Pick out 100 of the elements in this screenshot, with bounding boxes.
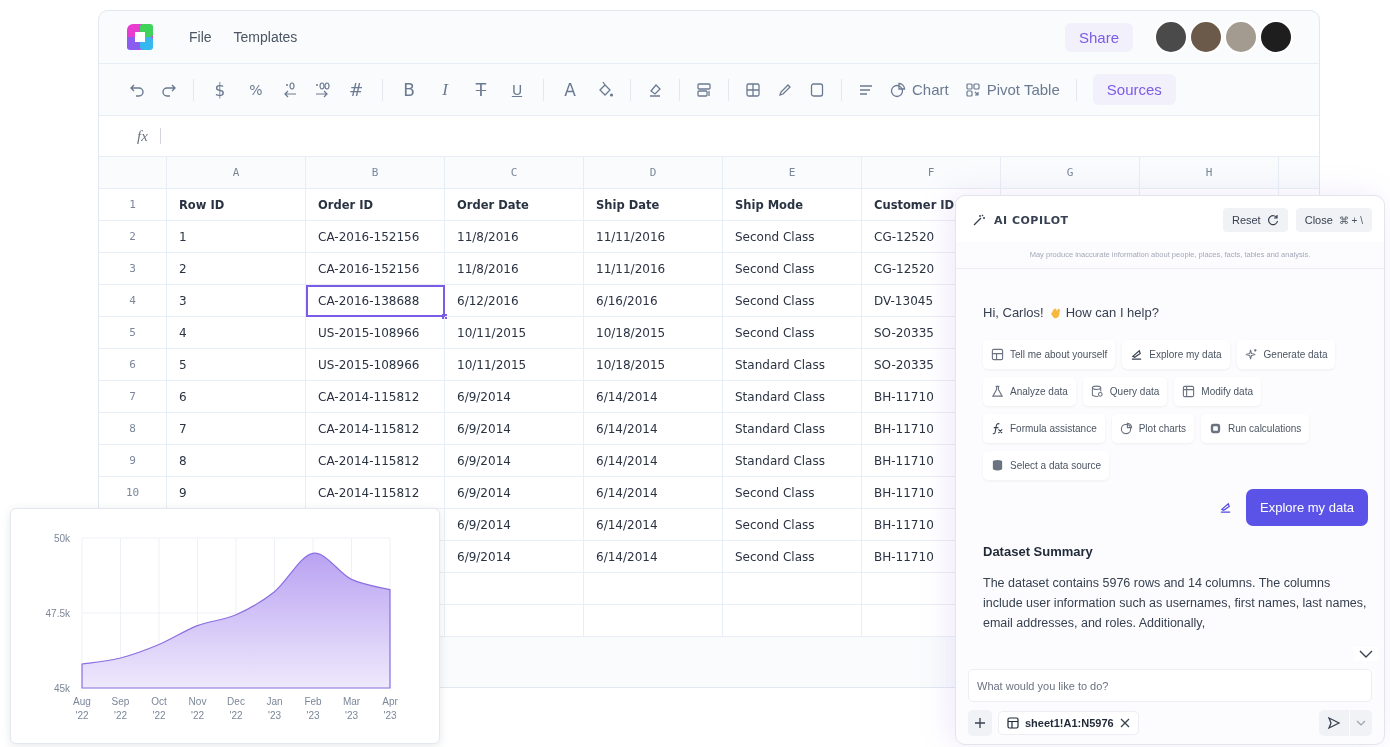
table-cell[interactable]: 3 [167, 285, 306, 317]
suggestion-chip[interactable]: Analyze data [983, 377, 1076, 406]
column-header[interactable]: H [1140, 157, 1279, 189]
column-header[interactable]: B [306, 157, 445, 189]
column-header[interactable]: E [723, 157, 862, 189]
reset-button[interactable]: Reset [1222, 208, 1288, 232]
column-title[interactable]: Order Date [445, 189, 584, 221]
table-cell[interactable]: 8 [167, 445, 306, 477]
column-header[interactable]: G [1001, 157, 1140, 189]
table-cell[interactable]: 10/18/2015 [584, 317, 723, 349]
attachment-chip[interactable]: sheet1!A1:N5976 [998, 711, 1139, 735]
italic-button[interactable]: I [435, 79, 455, 100]
row-header[interactable]: 5 [99, 317, 167, 349]
table-cell[interactable]: 6/9/2014 [445, 445, 584, 477]
column-title[interactable]: Order ID [306, 189, 445, 221]
column-header[interactable]: A [167, 157, 306, 189]
table-cell[interactable]: Second Class [723, 285, 862, 317]
row-header[interactable]: 1 [99, 189, 167, 221]
currency-button[interactable]: $ [210, 79, 230, 100]
text-color-button[interactable]: A [560, 79, 580, 100]
table-cell[interactable]: 10/18/2015 [584, 349, 723, 381]
suggestion-chip[interactable]: Tell me about yourself [983, 340, 1116, 369]
table-cell[interactable]: US-2015-108966 [306, 349, 445, 381]
table-cell[interactable]: 6/16/2016 [584, 285, 723, 317]
table-cell[interactable]: 6/14/2014 [584, 509, 723, 541]
table-cell[interactable]: 5 [167, 349, 306, 381]
column-header[interactable]: C [445, 157, 584, 189]
table-cell[interactable]: 6/14/2014 [584, 413, 723, 445]
table-cell[interactable]: 6/14/2014 [584, 541, 723, 573]
row-header[interactable]: 8 [99, 413, 167, 445]
suggestion-chip[interactable]: Query data [1082, 377, 1168, 406]
prompt-input[interactable]: What would you like to do? [968, 669, 1372, 702]
table-cell[interactable]: 6/14/2014 [584, 477, 723, 509]
table-cell[interactable]: 10/11/2015 [445, 317, 584, 349]
strikethrough-button[interactable]: T [471, 79, 491, 100]
bold-button[interactable]: B [399, 79, 419, 100]
share-button[interactable]: Share [1064, 22, 1133, 52]
pivot-table-button[interactable]: Pivot Table [964, 81, 1060, 98]
table-cell[interactable]: CA-2016-152156 [306, 253, 445, 285]
suggestion-chip[interactable]: Run calculations [1200, 414, 1310, 443]
table-cell[interactable]: 11/8/2016 [445, 221, 584, 253]
table-cell[interactable]: CA-2014-115812 [306, 413, 445, 445]
table-cell[interactable]: Second Class [723, 253, 862, 285]
suggestion-chip[interactable]: Select a data source [983, 451, 1110, 480]
table-cell[interactable]: Second Class [723, 317, 862, 349]
table-cell[interactable]: 11/11/2016 [584, 221, 723, 253]
column-header[interactable]: D [584, 157, 723, 189]
table-cell[interactable]: 6/9/2014 [445, 509, 584, 541]
column-title[interactable]: Ship Mode [723, 189, 862, 221]
table-cell[interactable]: 6 [167, 381, 306, 413]
table-cell[interactable]: 6/14/2014 [584, 445, 723, 477]
percent-button[interactable]: % [246, 81, 266, 98]
table-cell[interactable]: 11/8/2016 [445, 253, 584, 285]
row-header[interactable]: 6 [99, 349, 167, 381]
table-cell[interactable]: Second Class [723, 477, 862, 509]
suggestion-chip[interactable]: Plot charts [1111, 414, 1194, 443]
table-cell[interactable]: Second Class [723, 221, 862, 253]
table-cell[interactable]: 11/11/2016 [584, 253, 723, 285]
table-cell[interactable]: 4 [167, 317, 306, 349]
suggestion-chip[interactable]: Generate data [1236, 340, 1336, 369]
chart-button[interactable]: Chart [890, 81, 949, 98]
row-header[interactable]: 7 [99, 381, 167, 413]
table-cell[interactable]: 6/9/2014 [445, 413, 584, 445]
menu-item[interactable]: File [181, 25, 220, 49]
row-header[interactable]: 9 [99, 445, 167, 477]
table-cell[interactable]: Second Class [723, 509, 862, 541]
menu-item[interactable]: Templates [225, 25, 306, 49]
table-cell[interactable]: CA-2014-115812 [306, 445, 445, 477]
column-header[interactable]: F [862, 157, 1001, 189]
table-cell[interactable]: 6/12/2016 [445, 285, 584, 317]
table-cell[interactable]: 6/9/2014 [445, 541, 584, 573]
table-cell[interactable]: 6/9/2014 [445, 381, 584, 413]
number-format-button[interactable]: # [346, 79, 366, 100]
table-cell[interactable]: 6/14/2014 [584, 381, 723, 413]
table-cell[interactable]: 1 [167, 221, 306, 253]
close-button[interactable]: Close ⌘ + \ [1295, 208, 1372, 232]
row-header[interactable]: 3 [99, 253, 167, 285]
table-cell[interactable]: Standard Class [723, 349, 862, 381]
row-header[interactable]: 4 [99, 285, 167, 317]
underline-button[interactable]: U [507, 81, 527, 98]
suggestion-chip[interactable]: Explore my data [1122, 340, 1230, 369]
table-cell[interactable]: 7 [167, 413, 306, 445]
column-title[interactable]: Row ID [167, 189, 306, 221]
suggestion-chip[interactable]: Formula assistance [983, 414, 1105, 443]
column-title[interactable]: Ship Date [584, 189, 723, 221]
sources-button[interactable]: Sources [1092, 74, 1176, 105]
suggestion-chip[interactable]: Modify data [1174, 377, 1261, 406]
row-header[interactable]: 2 [99, 221, 167, 253]
table-cell[interactable]: CA-2016-152156 [306, 221, 445, 253]
table-cell[interactable]: Second Class [723, 541, 862, 573]
table-cell[interactable]: Standard Class [723, 445, 862, 477]
table-cell[interactable]: Standard Class [723, 381, 862, 413]
table-cell[interactable]: Standard Class [723, 413, 862, 445]
table-cell[interactable]: 2 [167, 253, 306, 285]
table-cell[interactable]: 10/11/2015 [445, 349, 584, 381]
table-cell[interactable]: US-2015-108966 [306, 317, 445, 349]
table-cell[interactable]: CA-2014-115812 [306, 381, 445, 413]
x-axis-label: Feb '23 [304, 696, 322, 721]
table-cell[interactable]: 6/9/2014 [445, 477, 584, 509]
table-cell[interactable]: CA-2016-138688 [306, 285, 445, 317]
